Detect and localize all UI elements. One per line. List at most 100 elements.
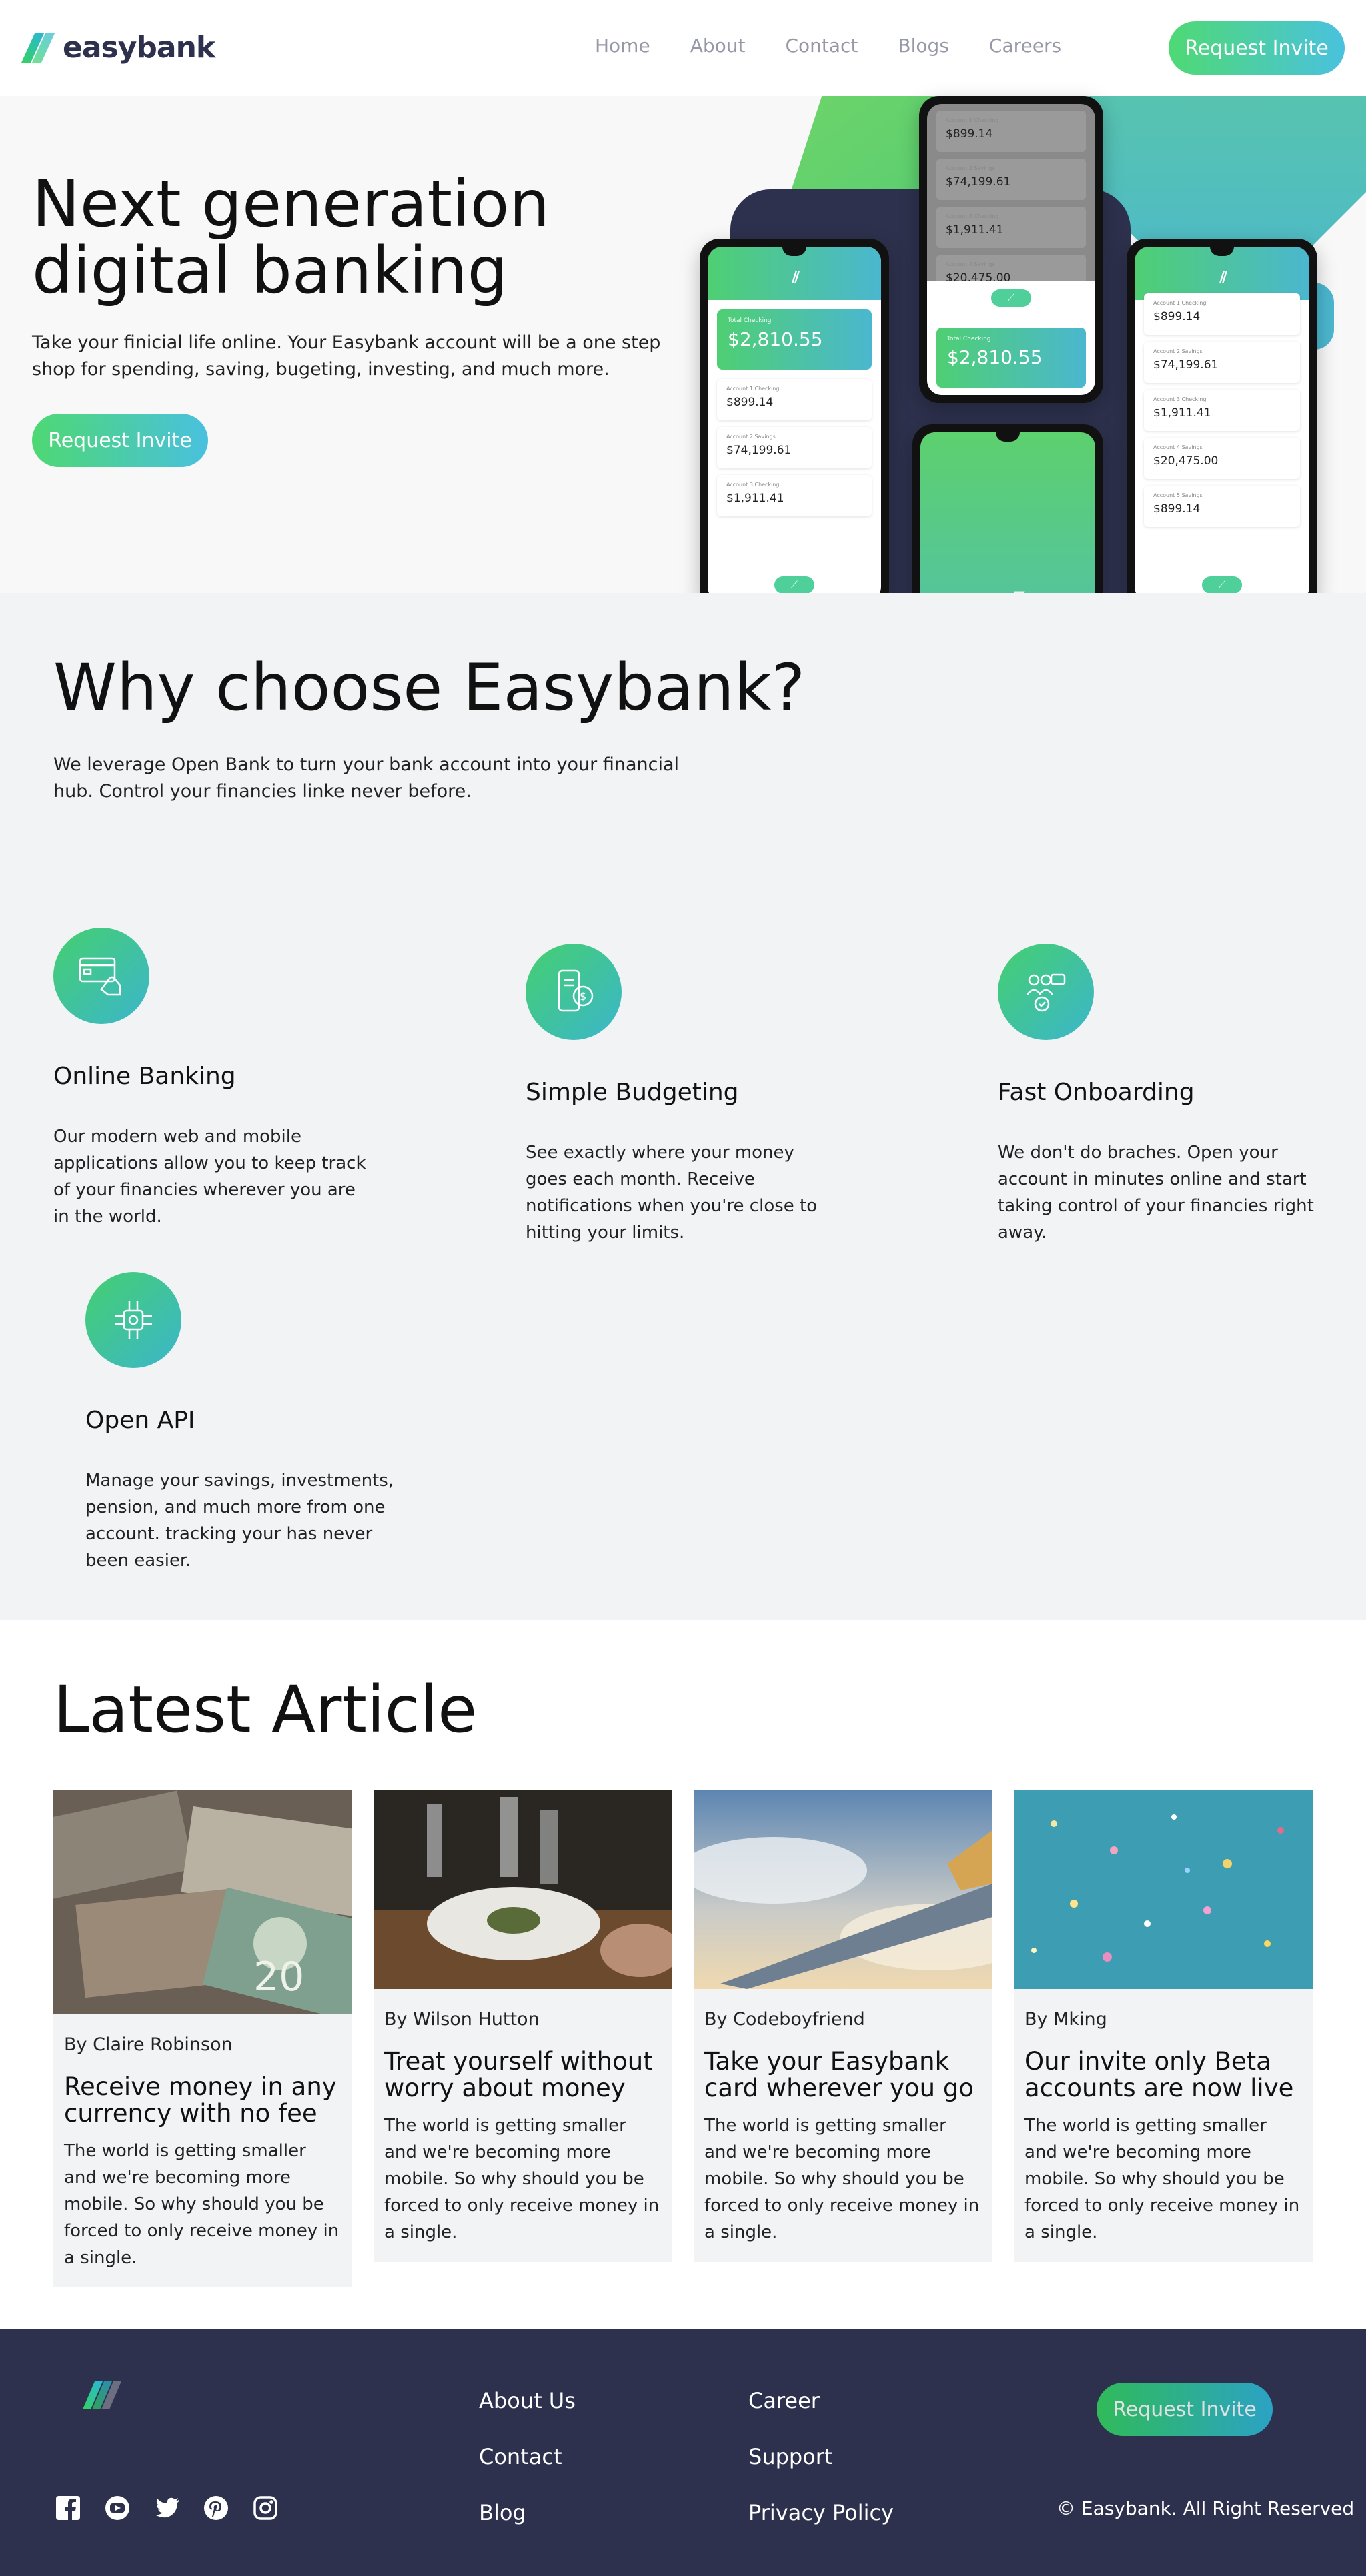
footer-links-col1: About Us Contact Blog: [479, 2388, 576, 2525]
footer: About Us Contact Blog Career Support Pri…: [0, 2329, 1366, 2576]
budget-phone-icon: $: [526, 944, 622, 1040]
footer-link-privacy-policy[interactable]: Privacy Policy: [748, 2500, 894, 2525]
nav-contact[interactable]: Contact: [785, 35, 858, 57]
feature-title: Open API: [85, 1407, 195, 1434]
copyright-text: © Easybank. All Right Reserved: [1057, 2497, 1355, 2519]
footer-link-support[interactable]: Support: [748, 2444, 894, 2469]
articles-title: Latest Article: [53, 1672, 478, 1747]
article-text: The world is getting smaller and we're b…: [64, 2141, 339, 2268]
pinterest-icon[interactable]: [201, 2493, 231, 2523]
article-text: The world is getting smaller and we're b…: [704, 2116, 980, 2242]
currency-photo-image: 20: [53, 1790, 352, 2014]
account-card: Account 1 Checking $899.14: [936, 111, 1086, 152]
social-links: [53, 2493, 280, 2523]
article-body: By Mking Our invite only Beta accounts a…: [1014, 1989, 1313, 2262]
account-card: Account 2 Savings $74,199.61: [717, 427, 872, 468]
phone-screen: // Account 1 Checking $899.14 Account 2 S…: [1135, 247, 1309, 602]
easybank-logo[interactable]: easybank: [21, 31, 215, 65]
article-body: By Wilson Hutton Treat yourself without …: [374, 1989, 672, 2262]
phone-screen: Account 1 Checking $899.14 Account 2 Savi…: [927, 104, 1095, 395]
hero-title: Next generation digital banking: [32, 171, 632, 304]
footer-request-invite-button[interactable]: Request Invite: [1097, 2383, 1273, 2436]
phone-logo-icon: //: [791, 269, 800, 286]
phone-pill-icon: ⟋: [774, 576, 814, 594]
nav-careers[interactable]: Careers: [989, 35, 1061, 57]
article-card[interactable]: By Codeboyfriend Take your Easybank card…: [694, 1790, 992, 2262]
feature-title: Online Banking: [53, 1063, 236, 1090]
twitter-icon[interactable]: [152, 2493, 181, 2523]
article-body: By Codeboyfriend Take your Easybank card…: [694, 1989, 992, 2262]
hero-request-invite-button[interactable]: Request Invite: [32, 414, 208, 467]
feature-online-banking: Online Banking Our modern web and mobile…: [53, 928, 367, 1230]
article-text: The world is getting smaller and we're b…: [1024, 2116, 1300, 2242]
nav-blogs[interactable]: Blogs: [898, 35, 948, 57]
top-nav: easybank Home About Contact Blogs Career…: [0, 0, 1366, 96]
feature-text: Our modern web and mobile applications a…: [53, 1127, 366, 1227]
feature-simple-budgeting: $ Simple Budgeting See exactly where you…: [526, 944, 839, 1246]
phone-header: //: [1135, 247, 1309, 300]
article-author: By Mking: [1024, 2009, 1107, 2030]
total-card: Total Checking $2,810.55: [717, 309, 872, 370]
credit-card-icon: [53, 928, 149, 1024]
phone-logo-icon: //: [1219, 269, 1227, 286]
svg-text:20: 20: [253, 1954, 304, 2000]
why-section: Why choose Easybank? We leverage Open Ba…: [0, 593, 1366, 1620]
phone-mockup-right: // Account 1 Checking $899.14 Account 2 S…: [1127, 239, 1317, 610]
footer-logo-icon[interactable]: [83, 2381, 124, 2412]
instagram-icon[interactable]: [251, 2493, 280, 2523]
airplane-wing-photo-image: [694, 1790, 992, 1989]
phone-mockup-top: Account 1 Checking $899.14 Account 2 Savi…: [919, 96, 1103, 403]
phone-pill-icon: ⟋: [991, 289, 1031, 307]
footer-link-blog[interactable]: Blog: [479, 2500, 576, 2525]
feature-fast-onboarding: Fast Onboarding We don't do braches. Ope…: [998, 944, 1318, 1246]
footer-link-about-us[interactable]: About Us: [479, 2388, 576, 2413]
account-card: Account 1 Checking $899.14: [1144, 293, 1300, 335]
article-title[interactable]: Take your Easybank card wherever you go: [704, 2048, 982, 2102]
account-card: Account 3 Checking $1,911.41: [936, 207, 1086, 248]
article-author: By Codeboyfriend: [704, 2009, 865, 2030]
logo-icon: [21, 33, 55, 63]
account-card: Account 3 Checking $1,911.41: [717, 475, 872, 516]
feature-text: We don't do braches. Open your account i…: [998, 1143, 1314, 1243]
account-card: Account 2 Savings $74,199.61: [1144, 342, 1300, 383]
phone-screen: // Total Checking $2,810.55 Account 1 Che…: [708, 247, 881, 602]
hero-title-line1: Next generation: [32, 167, 550, 241]
article-title[interactable]: Receive money in any currency with no fe…: [64, 2074, 342, 2127]
account-card: Account 1 Checking $899.14: [717, 379, 872, 420]
hero-text: Take your finicial life online. Your Eas…: [32, 332, 661, 380]
youtube-icon[interactable]: [103, 2493, 132, 2523]
article-author: By Claire Robinson: [64, 2034, 233, 2055]
nav-request-invite-button[interactable]: Request Invite: [1169, 21, 1345, 75]
feature-title: Simple Budgeting: [526, 1079, 739, 1106]
account-card: Account 4 Savings $20,475.00: [1144, 438, 1300, 479]
feature-text: Manage your savings, investments, pensio…: [85, 1471, 394, 1571]
restaurant-photo-image: [374, 1790, 672, 1989]
why-text: We leverage Open Bank to turn your bank …: [53, 754, 680, 802]
footer-links-col2: Career Support Privacy Policy: [748, 2388, 894, 2525]
footer-link-contact[interactable]: Contact: [479, 2444, 576, 2469]
nav-home[interactable]: Home: [595, 35, 650, 57]
article-card[interactable]: 20 By Claire Robinson Receive money in a…: [53, 1790, 352, 2287]
confetti-photo-image: [1014, 1790, 1313, 1989]
article-text: The world is getting smaller and we're b…: [384, 2116, 660, 2242]
article-title[interactable]: Our invite only Beta accounts are now li…: [1024, 2048, 1302, 2102]
nav-links: Home About Contact Blogs Careers: [595, 35, 1101, 57]
onboarding-icon: [998, 944, 1094, 1040]
api-chip-icon: [85, 1272, 181, 1368]
nav-about[interactable]: About: [690, 35, 746, 57]
why-title: Why choose Easybank?: [53, 650, 806, 725]
feature-text: See exactly where your money goes each m…: [526, 1143, 818, 1243]
article-card[interactable]: By Wilson Hutton Treat yourself without …: [374, 1790, 672, 2262]
account-card: Account 5 Savings $899.14: [1144, 486, 1300, 527]
account-card: Account 2 Savings $74,199.61: [936, 159, 1086, 200]
phone-pill-icon: ⟋: [1202, 576, 1242, 594]
feature-title: Fast Onboarding: [998, 1079, 1195, 1106]
phone-mockup-left: // Total Checking $2,810.55 Account 1 Che…: [700, 239, 889, 610]
feature-open-api: Open API Manage your savings, investment…: [85, 1272, 412, 1574]
footer-link-career[interactable]: Career: [748, 2388, 894, 2413]
article-author: By Wilson Hutton: [384, 2009, 540, 2030]
articles-section: Latest Article 20 By Claire Robinson Rec…: [0, 1620, 1366, 2329]
article-card[interactable]: By Mking Our invite only Beta accounts a…: [1014, 1790, 1313, 2262]
article-title[interactable]: Treat yourself without worry about money: [384, 2048, 662, 2102]
facebook-icon[interactable]: [53, 2493, 83, 2523]
